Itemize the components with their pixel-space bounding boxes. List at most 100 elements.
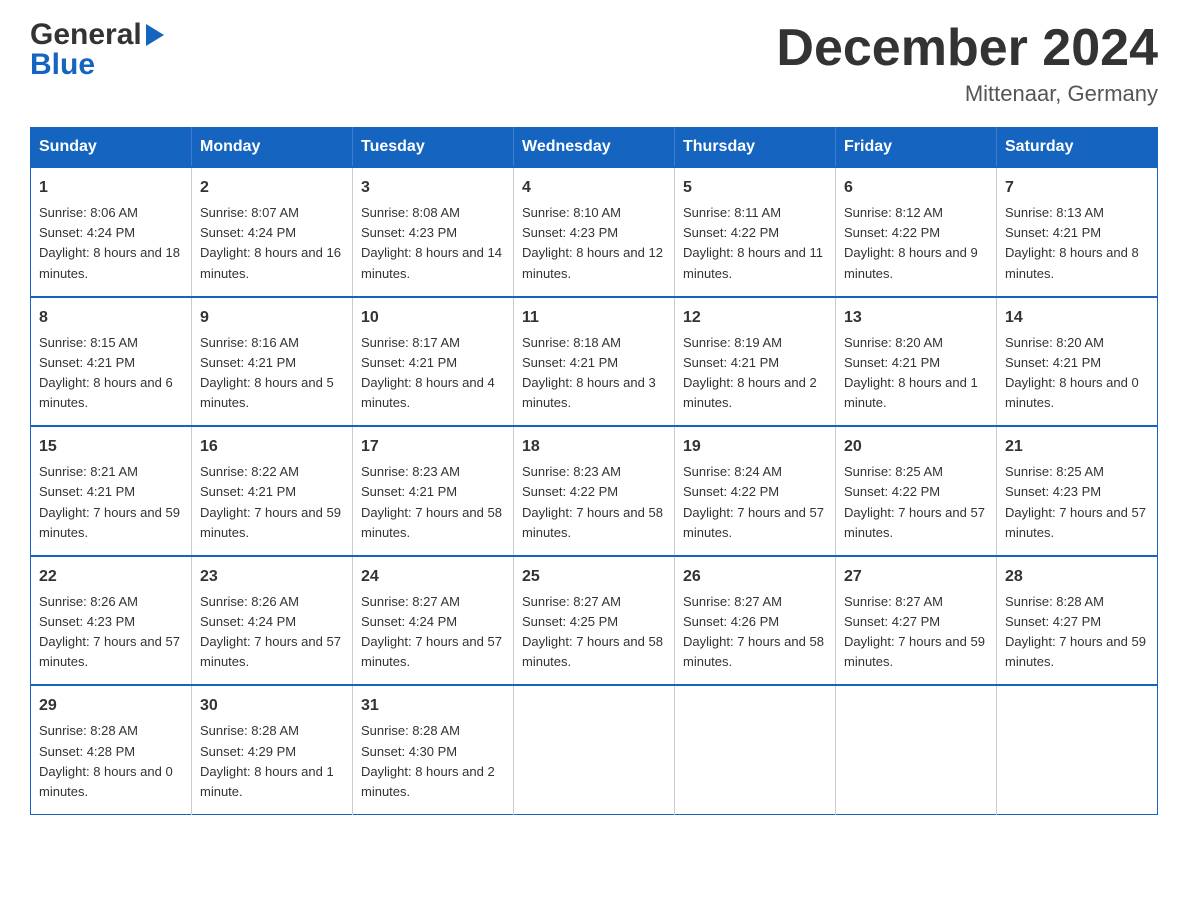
day-info: Sunrise: 8:20 AM Sunset: 4:21 PM Dayligh… [844, 333, 988, 414]
day-number: 31 [361, 694, 505, 718]
calendar-cell: 13 Sunrise: 8:20 AM Sunset: 4:21 PM Dayl… [836, 297, 997, 427]
calendar-body: 1 Sunrise: 8:06 AM Sunset: 4:24 PM Dayli… [31, 167, 1158, 814]
calendar-cell: 30 Sunrise: 8:28 AM Sunset: 4:29 PM Dayl… [192, 685, 353, 814]
month-title: December 2024 [776, 20, 1158, 77]
calendar-cell: 21 Sunrise: 8:25 AM Sunset: 4:23 PM Dayl… [997, 426, 1158, 556]
day-info: Sunrise: 8:07 AM Sunset: 4:24 PM Dayligh… [200, 203, 344, 284]
weekday-header-friday: Friday [836, 128, 997, 168]
calendar-cell: 8 Sunrise: 8:15 AM Sunset: 4:21 PM Dayli… [31, 297, 192, 427]
calendar-week-row: 15 Sunrise: 8:21 AM Sunset: 4:21 PM Dayl… [31, 426, 1158, 556]
day-info: Sunrise: 8:12 AM Sunset: 4:22 PM Dayligh… [844, 203, 988, 284]
logo-blue-text: Blue [30, 50, 95, 80]
calendar-cell: 16 Sunrise: 8:22 AM Sunset: 4:21 PM Dayl… [192, 426, 353, 556]
day-info: Sunrise: 8:25 AM Sunset: 4:22 PM Dayligh… [844, 462, 988, 543]
day-number: 28 [1005, 565, 1149, 589]
day-info: Sunrise: 8:21 AM Sunset: 4:21 PM Dayligh… [39, 462, 183, 543]
day-info: Sunrise: 8:24 AM Sunset: 4:22 PM Dayligh… [683, 462, 827, 543]
calendar-cell: 3 Sunrise: 8:08 AM Sunset: 4:23 PM Dayli… [353, 167, 514, 297]
calendar-cell: 25 Sunrise: 8:27 AM Sunset: 4:25 PM Dayl… [514, 556, 675, 686]
calendar-cell: 23 Sunrise: 8:26 AM Sunset: 4:24 PM Dayl… [192, 556, 353, 686]
day-info: Sunrise: 8:28 AM Sunset: 4:30 PM Dayligh… [361, 721, 505, 802]
day-number: 19 [683, 435, 827, 459]
calendar-table: SundayMondayTuesdayWednesdayThursdayFrid… [30, 127, 1158, 815]
weekday-header-tuesday: Tuesday [353, 128, 514, 168]
calendar-cell: 18 Sunrise: 8:23 AM Sunset: 4:22 PM Dayl… [514, 426, 675, 556]
day-info: Sunrise: 8:18 AM Sunset: 4:21 PM Dayligh… [522, 333, 666, 414]
calendar-cell [836, 685, 997, 814]
day-number: 5 [683, 176, 827, 200]
calendar-cell: 31 Sunrise: 8:28 AM Sunset: 4:30 PM Dayl… [353, 685, 514, 814]
calendar-cell: 22 Sunrise: 8:26 AM Sunset: 4:23 PM Dayl… [31, 556, 192, 686]
day-info: Sunrise: 8:17 AM Sunset: 4:21 PM Dayligh… [361, 333, 505, 414]
day-number: 21 [1005, 435, 1149, 459]
day-number: 27 [844, 565, 988, 589]
day-info: Sunrise: 8:27 AM Sunset: 4:24 PM Dayligh… [361, 592, 505, 673]
day-info: Sunrise: 8:06 AM Sunset: 4:24 PM Dayligh… [39, 203, 183, 284]
title-block: December 2024 Mittenaar, Germany [776, 20, 1158, 107]
day-info: Sunrise: 8:23 AM Sunset: 4:22 PM Dayligh… [522, 462, 666, 543]
day-info: Sunrise: 8:28 AM Sunset: 4:28 PM Dayligh… [39, 721, 183, 802]
day-number: 18 [522, 435, 666, 459]
calendar-cell: 15 Sunrise: 8:21 AM Sunset: 4:21 PM Dayl… [31, 426, 192, 556]
day-info: Sunrise: 8:27 AM Sunset: 4:25 PM Dayligh… [522, 592, 666, 673]
day-number: 14 [1005, 306, 1149, 330]
calendar-cell: 28 Sunrise: 8:28 AM Sunset: 4:27 PM Dayl… [997, 556, 1158, 686]
calendar-cell: 27 Sunrise: 8:27 AM Sunset: 4:27 PM Dayl… [836, 556, 997, 686]
calendar-week-row: 29 Sunrise: 8:28 AM Sunset: 4:28 PM Dayl… [31, 685, 1158, 814]
day-number: 30 [200, 694, 344, 718]
calendar-week-row: 1 Sunrise: 8:06 AM Sunset: 4:24 PM Dayli… [31, 167, 1158, 297]
calendar-cell: 10 Sunrise: 8:17 AM Sunset: 4:21 PM Dayl… [353, 297, 514, 427]
day-number: 25 [522, 565, 666, 589]
day-number: 24 [361, 565, 505, 589]
calendar-cell: 11 Sunrise: 8:18 AM Sunset: 4:21 PM Dayl… [514, 297, 675, 427]
logo-general-text: General [30, 20, 142, 50]
day-number: 12 [683, 306, 827, 330]
day-number: 2 [200, 176, 344, 200]
day-info: Sunrise: 8:28 AM Sunset: 4:27 PM Dayligh… [1005, 592, 1149, 673]
calendar-cell: 19 Sunrise: 8:24 AM Sunset: 4:22 PM Dayl… [675, 426, 836, 556]
day-number: 6 [844, 176, 988, 200]
location: Mittenaar, Germany [776, 81, 1158, 107]
weekday-header-row: SundayMondayTuesdayWednesdayThursdayFrid… [31, 128, 1158, 168]
day-number: 16 [200, 435, 344, 459]
calendar-cell [675, 685, 836, 814]
calendar-cell [514, 685, 675, 814]
calendar-cell: 17 Sunrise: 8:23 AM Sunset: 4:21 PM Dayl… [353, 426, 514, 556]
calendar-week-row: 8 Sunrise: 8:15 AM Sunset: 4:21 PM Dayli… [31, 297, 1158, 427]
weekday-header-thursday: Thursday [675, 128, 836, 168]
day-info: Sunrise: 8:28 AM Sunset: 4:29 PM Dayligh… [200, 721, 344, 802]
calendar-cell: 12 Sunrise: 8:19 AM Sunset: 4:21 PM Dayl… [675, 297, 836, 427]
day-number: 4 [522, 176, 666, 200]
day-number: 8 [39, 306, 183, 330]
day-number: 9 [200, 306, 344, 330]
day-number: 10 [361, 306, 505, 330]
weekday-header-sunday: Sunday [31, 128, 192, 168]
day-number: 23 [200, 565, 344, 589]
day-info: Sunrise: 8:20 AM Sunset: 4:21 PM Dayligh… [1005, 333, 1149, 414]
day-info: Sunrise: 8:25 AM Sunset: 4:23 PM Dayligh… [1005, 462, 1149, 543]
logo-chevron-icon [146, 24, 164, 50]
day-number: 15 [39, 435, 183, 459]
day-info: Sunrise: 8:13 AM Sunset: 4:21 PM Dayligh… [1005, 203, 1149, 284]
day-info: Sunrise: 8:26 AM Sunset: 4:23 PM Dayligh… [39, 592, 183, 673]
calendar-week-row: 22 Sunrise: 8:26 AM Sunset: 4:23 PM Dayl… [31, 556, 1158, 686]
day-info: Sunrise: 8:23 AM Sunset: 4:21 PM Dayligh… [361, 462, 505, 543]
calendar-header: SundayMondayTuesdayWednesdayThursdayFrid… [31, 128, 1158, 168]
day-number: 29 [39, 694, 183, 718]
day-info: Sunrise: 8:15 AM Sunset: 4:21 PM Dayligh… [39, 333, 183, 414]
calendar-cell: 9 Sunrise: 8:16 AM Sunset: 4:21 PM Dayli… [192, 297, 353, 427]
logo: General Blue [30, 20, 164, 80]
calendar-cell: 5 Sunrise: 8:11 AM Sunset: 4:22 PM Dayli… [675, 167, 836, 297]
day-info: Sunrise: 8:11 AM Sunset: 4:22 PM Dayligh… [683, 203, 827, 284]
day-number: 20 [844, 435, 988, 459]
weekday-header-saturday: Saturday [997, 128, 1158, 168]
day-number: 3 [361, 176, 505, 200]
day-info: Sunrise: 8:16 AM Sunset: 4:21 PM Dayligh… [200, 333, 344, 414]
calendar-cell [997, 685, 1158, 814]
calendar-cell: 14 Sunrise: 8:20 AM Sunset: 4:21 PM Dayl… [997, 297, 1158, 427]
day-info: Sunrise: 8:26 AM Sunset: 4:24 PM Dayligh… [200, 592, 344, 673]
day-number: 7 [1005, 176, 1149, 200]
calendar-cell: 29 Sunrise: 8:28 AM Sunset: 4:28 PM Dayl… [31, 685, 192, 814]
calendar-cell: 1 Sunrise: 8:06 AM Sunset: 4:24 PM Dayli… [31, 167, 192, 297]
day-info: Sunrise: 8:10 AM Sunset: 4:23 PM Dayligh… [522, 203, 666, 284]
